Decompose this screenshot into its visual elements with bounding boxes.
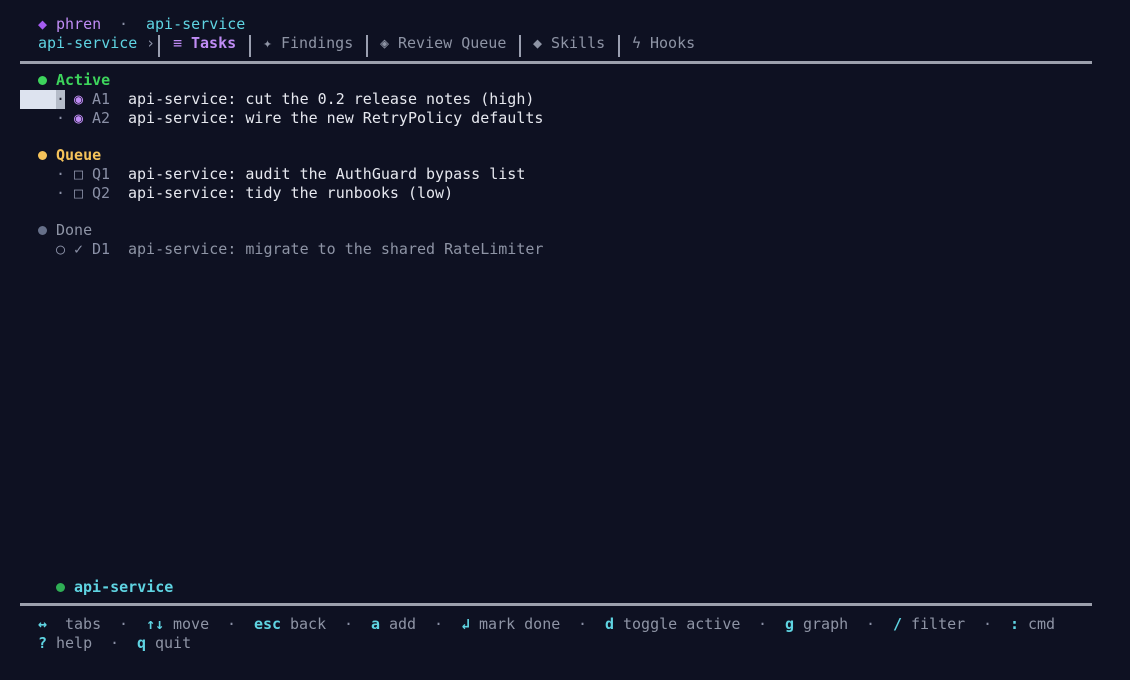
status-dot-icon — [38, 226, 47, 235]
status-dot-icon — [56, 583, 65, 592]
task-row[interactable]: · □ Q2 api-service: tidy the runbooks (l… — [0, 184, 1100, 203]
hint-key: q — [137, 634, 147, 652]
app-name: phren — [56, 15, 102, 33]
hint-separator: · — [866, 615, 876, 633]
task-id: A2 — [92, 109, 111, 127]
hint-separator: · — [434, 615, 444, 633]
tab-bar: api-service › ≡ Tasks ✦ Findings ◈ Revie… — [0, 34, 695, 57]
tab-label: Skills — [551, 34, 606, 52]
footer-divider — [20, 603, 1092, 606]
hint-key: a — [371, 615, 381, 633]
hint-separator: · — [578, 615, 588, 633]
arrows-horizontal-icon: ↔ — [38, 615, 48, 633]
hint-label: quit — [155, 634, 192, 652]
lightning-icon: ϟ — [632, 34, 642, 52]
status-project: api-service — [74, 578, 174, 596]
section-title: Active — [56, 71, 111, 89]
header-separator: · — [119, 15, 129, 33]
active-task-icon: ◉ — [74, 109, 84, 127]
status-dot-icon — [38, 151, 47, 160]
task-text: api-service: audit the AuthGuard bypass … — [128, 165, 526, 183]
tab-divider — [158, 35, 160, 57]
hint-separator: · — [119, 615, 129, 633]
header-divider — [20, 61, 1092, 64]
review-icon: ◈ — [380, 34, 390, 52]
row-bullet: · — [56, 184, 66, 202]
return-icon: ↲ — [461, 615, 471, 633]
tab-divider — [366, 35, 368, 57]
keybinding-hints: ? help · q quit — [0, 634, 191, 653]
hint-key: : — [1010, 615, 1020, 633]
check-icon: ✓ — [74, 240, 84, 258]
help-icon: ? — [38, 634, 48, 652]
status-line: api-service — [0, 578, 173, 597]
hint-separator: · — [758, 615, 768, 633]
tab-review-queue[interactable]: ◈ Review Queue — [0, 34, 506, 432]
tab-label: Findings — [281, 34, 354, 52]
hint-label: help — [56, 634, 93, 652]
hint-label: back — [290, 615, 327, 633]
hint-separator: · — [983, 615, 993, 633]
task-text: api-service: wire the new RetryPolicy de… — [128, 109, 544, 127]
checkbox-icon: □ — [74, 165, 84, 183]
task-row[interactable]: · □ Q1 api-service: audit the AuthGuard … — [0, 165, 1100, 184]
sparkle-icon: ✦ — [263, 34, 273, 52]
task-text: api-service: tidy the runbooks (low) — [128, 184, 454, 202]
breadcrumb-project[interactable]: api-service — [38, 34, 137, 53]
hint-key: d — [605, 615, 615, 633]
header-bar: ◆ phren · api-service — [0, 15, 245, 34]
tab-divider — [249, 35, 251, 57]
task-id: Q2 — [92, 184, 111, 202]
row-bullet: · — [56, 109, 66, 127]
keybinding-hints: ↔ tabs · ↑↓ move · esc back · a add · ↲ … — [0, 615, 1055, 634]
row-bullet: · — [56, 90, 66, 109]
task-id: A1 — [92, 90, 111, 108]
task-row[interactable]: ○ ✓ D1 api-service: migrate to the share… — [0, 240, 1100, 259]
tab-label: Review Queue — [398, 34, 507, 52]
hint-label: add — [389, 615, 417, 633]
hint-key: g — [785, 615, 795, 633]
hint-label: filter — [911, 615, 966, 633]
task-row[interactable]: · ◉ A1 api-service: cut the 0.2 release … — [0, 90, 1100, 109]
hint-label: mark done — [479, 615, 561, 633]
hint-key: / — [893, 615, 903, 633]
hint-key: esc — [254, 615, 282, 633]
section-title: Done — [56, 221, 93, 239]
arrows-vertical-icon: ↑↓ — [146, 615, 165, 633]
hint-label: graph — [803, 615, 849, 633]
chevron-right-icon: › — [146, 34, 156, 52]
hint-separator: · — [110, 634, 120, 652]
tab-label: Hooks — [650, 34, 696, 52]
section-header-active: Active — [0, 71, 110, 90]
hint-separator: · — [227, 615, 237, 633]
tab-skills[interactable]: ◆ Skills — [0, 34, 605, 546]
diamond-icon: ◆ — [533, 34, 543, 52]
hint-label: cmd — [1028, 615, 1056, 633]
task-id: D1 — [92, 240, 111, 258]
diamond-icon: ◆ — [38, 15, 48, 33]
tab-divider — [519, 35, 521, 57]
section-header-done: Done — [0, 221, 92, 240]
status-dot-icon — [38, 76, 47, 85]
circle-icon: ○ — [56, 240, 66, 258]
hint-label: tabs — [65, 615, 102, 633]
hint-label: move — [173, 615, 210, 633]
tab-label: Tasks — [191, 34, 237, 52]
selection-cursor — [20, 90, 56, 109]
section-header-queue: Queue — [0, 146, 101, 165]
section-title: Queue — [56, 146, 102, 164]
row-bullet: · — [56, 165, 66, 183]
tab-divider — [618, 35, 620, 57]
header-project: api-service — [146, 15, 246, 33]
hint-label: toggle active — [623, 615, 741, 633]
active-task-icon: ◉ — [74, 90, 84, 108]
task-text: api-service: migrate to the shared RateL… — [128, 240, 544, 258]
tasks-icon: ≡ — [173, 34, 183, 52]
task-id: Q1 — [92, 165, 111, 183]
checkbox-icon: □ — [74, 184, 84, 202]
task-row[interactable]: · ◉ A2 api-service: wire the new RetryPo… — [0, 109, 1100, 128]
hint-separator: · — [344, 615, 354, 633]
task-text: api-service: cut the 0.2 release notes (… — [128, 90, 535, 108]
